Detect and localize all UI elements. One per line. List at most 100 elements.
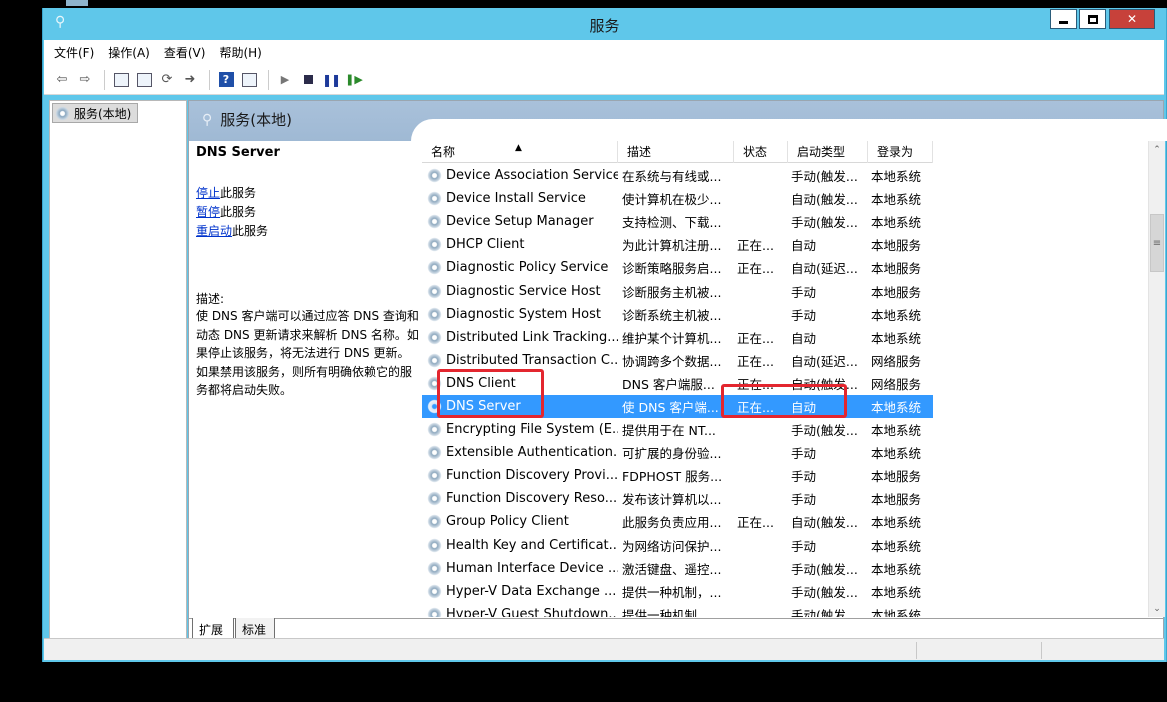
maximize-button[interactable]: [1079, 9, 1106, 29]
table-row[interactable]: Human Interface Device ... 激活键盘、遥控... 手动(触…: [422, 557, 933, 580]
minimize-button[interactable]: [1050, 9, 1077, 29]
service-status: 正在...: [737, 399, 774, 415]
service-detail-panel: DNS Server 停止此服务 暂停此服务 重启动此服务 描述: 使 DNS …: [196, 145, 419, 400]
table-row[interactable]: DNS Server 使 DNS 客户端... 正在... 自动 本地系统: [422, 394, 933, 419]
table-row[interactable]: Distributed Transaction C... 协调跨多个数据... 正在…: [422, 349, 933, 372]
refresh-button[interactable]: ⟳: [157, 70, 177, 90]
column-header-name[interactable]: 名称 ▲: [422, 141, 618, 163]
service-name-text: DNS Server: [446, 398, 521, 414]
close-button[interactable]: ✕: [1109, 9, 1155, 29]
service-actions: 停止此服务 暂停此服务 重启动此服务: [196, 184, 418, 241]
menu-help[interactable]: 帮助(H): [219, 44, 261, 61]
pane-title-text: 服务(本地): [220, 111, 292, 129]
title-bar[interactable]: ⚲ 服务 ✕: [43, 8, 1166, 38]
properties-button[interactable]: [134, 70, 154, 90]
resume-icon: ❚▶: [345, 73, 363, 86]
table-row[interactable]: Function Discovery Provi... FDPHOST 服务...…: [422, 464, 933, 487]
gear-icon: [427, 491, 442, 507]
menu-action[interactable]: 操作(A): [108, 44, 150, 61]
vertical-scrollbar[interactable]: ⌃ ≡ ⌄: [1148, 141, 1165, 617]
restart-service-link[interactable]: 重启动: [196, 224, 232, 238]
table-row[interactable]: Health Key and Certificat... 为网络访问保护... 手动…: [422, 534, 933, 557]
list-rows: Device Association Service 在系统与有线或... 手动(触…: [422, 164, 933, 617]
service-name: DHCP Client: [422, 237, 618, 253]
service-startup-type: 手动(触发...: [791, 561, 858, 577]
service-startup-type: 手动: [791, 446, 817, 462]
stop-icon: [303, 75, 313, 84]
show-hide-console-tree-button[interactable]: [111, 70, 131, 90]
back-button[interactable]: ⇦: [52, 70, 72, 90]
table-row[interactable]: Device Install Service 使计算机在极少... 自动(触发...…: [422, 187, 933, 210]
start-service-button[interactable]: ▶: [275, 70, 295, 90]
table-row[interactable]: Distributed Link Tracking... 维护某个计算机... 正在…: [422, 326, 933, 349]
menu-bar: 文件(F) 操作(A) 查看(V) 帮助(H): [44, 40, 1164, 65]
tree-node-services-local[interactable]: 服务(本地): [52, 103, 139, 123]
service-name: Hyper-V Data Exchange ...: [422, 583, 618, 599]
column-header-description[interactable]: 描述: [618, 141, 734, 163]
service-name: Diagnostic Service Host: [422, 283, 618, 299]
service-name-text: Function Discovery Reso...: [446, 491, 618, 507]
tab-extended[interactable]: 扩展: [192, 618, 234, 639]
column-header-logon-as[interactable]: 登录为: [868, 141, 933, 163]
scroll-thumb[interactable]: ≡: [1150, 214, 1164, 272]
window-title: 服务: [589, 17, 620, 35]
gear-icon: [427, 237, 442, 253]
service-status: 正在...: [737, 330, 774, 346]
pause-service-link[interactable]: 暂停: [196, 205, 220, 219]
service-name-text: Encrypting File System (E...: [446, 422, 618, 438]
table-row[interactable]: Device Setup Manager 支持检测、下载... 手动(触发... 本地…: [422, 210, 933, 233]
action-suffix: 此服务: [232, 224, 269, 238]
pause-service-button[interactable]: ❚❚: [321, 70, 341, 90]
table-row[interactable]: Diagnostic Service Host 诊断服务主机被... 手动 本地服务: [422, 279, 933, 302]
menu-file[interactable]: 文件(F): [54, 44, 94, 61]
forward-button[interactable]: ⇨: [75, 70, 95, 90]
services-window: ⚲ 服务 ✕ 文件(F) 操作(A) 查看(V) 帮助(H) ⇦ ⇨ ⟳ ➜ ?…: [42, 8, 1167, 662]
service-startup-type: 手动: [791, 492, 817, 508]
action-pane-button[interactable]: [239, 70, 259, 90]
service-description: 使 DNS 客户端可以通过应答 DNS 查询和动态 DNS 更新请求来解析 DN…: [196, 309, 419, 397]
gear-icon: [427, 283, 442, 299]
service-logon: 本地系统: [871, 538, 922, 554]
table-row[interactable]: Group Policy Client 此服务负责应用... 正在... 自动(触发.…: [422, 510, 933, 533]
table-row[interactable]: Hyper-V Data Exchange ... 提供一种机制，... 手动(触发…: [422, 580, 933, 603]
table-row[interactable]: Extensible Authentication... 可扩展的身份验... 手动…: [422, 441, 933, 464]
maximize-icon: [1087, 14, 1098, 24]
service-logon: 本地系统: [871, 169, 922, 185]
service-name-text: Diagnostic Service Host: [446, 283, 601, 299]
table-row[interactable]: DNS Client DNS 客户端服... 正在... 自动(触发... 网络服务: [422, 372, 933, 395]
scroll-up-button[interactable]: ⌃: [1149, 141, 1165, 158]
table-row[interactable]: Diagnostic Policy Service 诊断策略服务启... 正在...…: [422, 256, 933, 279]
export-list-button[interactable]: ➜: [180, 70, 200, 90]
column-header-startup-type[interactable]: 启动类型: [788, 141, 868, 163]
service-logon: 本地服务: [871, 492, 922, 508]
toolbar-separator: [268, 69, 269, 90]
table-row[interactable]: Hyper-V Guest Shutdown... 提供一种机制，... 手动(触发…: [422, 603, 933, 617]
gear-icon: [427, 191, 442, 207]
column-name-label: 名称: [431, 145, 456, 159]
stop-service-link[interactable]: 停止: [196, 186, 220, 200]
service-startup-type: 手动(触发...: [791, 584, 858, 600]
table-row[interactable]: Diagnostic System Host 诊断系统主机被... 手动 本地系统: [422, 303, 933, 326]
service-logon: 本地服务: [871, 238, 922, 254]
service-description: 诊断服务主机被...: [622, 284, 722, 300]
table-row[interactable]: Function Discovery Reso... 发布该计算机以... 手动 本地…: [422, 487, 933, 510]
console-tree: 服务(本地): [49, 100, 187, 660]
service-name: Health Key and Certificat...: [422, 537, 618, 553]
restart-service-button[interactable]: ❚▶: [344, 70, 364, 90]
table-row[interactable]: Device Association Service 在系统与有线或... 手动(触…: [422, 164, 933, 187]
table-row[interactable]: DHCP Client 为此计算机注册... 正在... 自动 本地服务: [422, 233, 933, 256]
service-logon: 本地系统: [871, 584, 922, 600]
help-button[interactable]: ?: [216, 70, 236, 90]
stop-service-button[interactable]: [298, 70, 318, 90]
service-startup-type: 手动(触发...: [791, 607, 858, 617]
service-startup-type: 自动(触发...: [791, 515, 858, 531]
tab-standard[interactable]: 标准: [235, 618, 275, 639]
scroll-down-button[interactable]: ⌄: [1149, 600, 1165, 617]
action-restart: 重启动此服务: [196, 222, 418, 241]
service-status: 正在...: [737, 238, 774, 254]
menu-view[interactable]: 查看(V): [164, 44, 206, 61]
gear-icon: [427, 214, 442, 230]
service-description: DNS 客户端服...: [622, 376, 715, 392]
column-header-status[interactable]: 状态: [734, 141, 788, 163]
table-row[interactable]: Encrypting File System (E... 提供用于在 NT... 手…: [422, 418, 933, 441]
